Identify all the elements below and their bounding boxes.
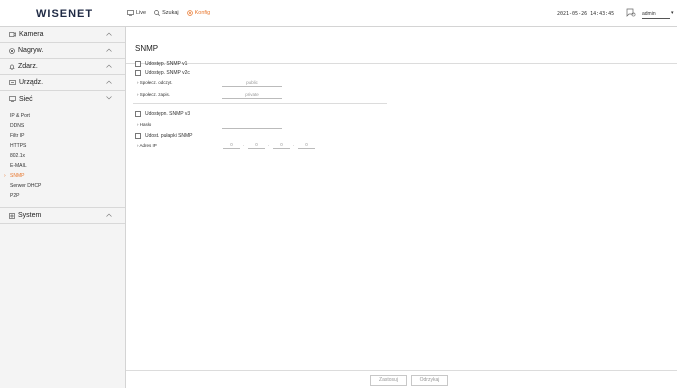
ip-octet-1-input[interactable]: 0 [223, 141, 240, 149]
chevron-up-icon [106, 213, 112, 217]
gear-icon [186, 10, 193, 16]
snmp-v1-row: Udostęp. SNMP v1 [135, 61, 187, 67]
sidebar-item-snmp[interactable]: › SNMP [0, 171, 125, 181]
device-icon [9, 80, 16, 85]
camera-icon [9, 32, 16, 37]
sidebar-item-p2p[interactable]: P2P [0, 191, 125, 201]
sidebar-item-record[interactable]: Nagryw. [0, 43, 125, 59]
write-community-row: › Społecz. zapis. [137, 92, 170, 97]
app-logo: WISENET [36, 8, 94, 20]
sidebar-item-email[interactable]: E-MAIL [0, 161, 125, 171]
bell-icon [9, 64, 15, 70]
sidebar: Kamera Nagryw. Zdarz. Urządz. Sieć IP & … [0, 27, 126, 388]
read-community-label: › Społecz. odczyt. [137, 80, 173, 85]
snmp-v3-checkbox[interactable] [135, 111, 141, 117]
chevron-right-icon: › [4, 173, 6, 179]
nav-search-label: Szukaj [162, 10, 179, 16]
ip-separator: . [243, 142, 245, 148]
network-submenu: IP & Port DDNS Filtr IP HTTPS 802.1x E-M… [0, 107, 125, 208]
snmp-v2c-label: Udostęp. SNMP v2c [145, 70, 190, 76]
ip-separator: . [293, 142, 295, 148]
chevron-down-icon[interactable]: ▾ [671, 10, 674, 16]
snmp-v3-label: Udostępn. SNMP v3 [145, 111, 191, 117]
sidebar-item-8021x[interactable]: 802.1x [0, 151, 125, 161]
password-input[interactable] [222, 121, 282, 129]
sidebar-item-system[interactable]: System [0, 208, 125, 224]
write-community-text: Społecz. zapis. [139, 92, 171, 97]
sidebar-item-label: Urządz. [19, 79, 44, 86]
sidebar-item-device[interactable]: Urządz. [0, 75, 125, 91]
monitor-icon [9, 96, 16, 102]
sidebar-item-network[interactable]: Sieć [0, 91, 125, 107]
ip-octet-3-input[interactable]: 0 [273, 141, 290, 149]
user-menu[interactable]: admin [642, 11, 670, 19]
page-title: SNMP [135, 44, 159, 53]
chevron-up-icon [106, 64, 112, 68]
read-community-text: Społecz. odczyt. [139, 80, 173, 85]
write-community-input[interactable]: private [222, 91, 282, 99]
cancel-button[interactable]: Odrzykaj [411, 375, 448, 386]
main-panel: SNMP Udostęp. SNMP v1 Udostęp. SNMP v2c … [126, 27, 677, 388]
write-community-label: › Społecz. zapis. [137, 92, 171, 97]
ip-octet-4-input[interactable]: 0 [298, 141, 315, 149]
sidebar-item-label: SNMP [10, 173, 25, 179]
chevron-up-icon [106, 32, 112, 36]
top-bar: WISENET Live Szukaj Konfig 2021-05-26 14… [0, 0, 677, 27]
read-community-row: › Społecz. odczyt. [137, 80, 173, 85]
system-icon [9, 212, 15, 219]
nav-config[interactable]: Konfig [186, 10, 211, 16]
read-community-input[interactable]: public [222, 79, 282, 87]
ip-address-text: Adres IP [139, 143, 157, 148]
ip-separator: . [268, 142, 270, 148]
apply-button[interactable]: Zastosuj [370, 375, 407, 386]
sidebar-item-label: Zdarz. [18, 63, 38, 70]
section-divider [133, 103, 387, 104]
sidebar-item-https[interactable]: HTTPS [0, 141, 125, 151]
sidebar-item-dhcp-server[interactable]: Serwer DHCP [0, 181, 125, 191]
datetime: 2021-05-26 14:43:45 [557, 11, 615, 17]
nav-live-label: Live [136, 10, 147, 16]
notification-area[interactable] [626, 8, 636, 17]
top-nav: Live Szukaj Konfig [127, 10, 218, 16]
snmp-v2c-row: Udostęp. SNMP v2c [135, 70, 190, 76]
sidebar-item-label: System [18, 212, 42, 219]
monitor-icon [127, 10, 134, 16]
footer-divider [126, 370, 677, 371]
sidebar-item-label: Nagryw. [18, 47, 44, 54]
snmp-v3-row: Udostępn. SNMP v3 [135, 111, 190, 117]
chevron-down-icon [106, 96, 112, 100]
sidebar-item-ddns[interactable]: DDNS [0, 121, 125, 131]
search-icon [154, 10, 161, 16]
sidebar-item-event[interactable]: Zdarz. [0, 59, 125, 75]
sidebar-item-label: Sieć [19, 95, 33, 103]
password-row: › Hasło [137, 122, 151, 127]
nav-live[interactable]: Live [127, 10, 146, 16]
sidebar-item-ip-filter[interactable]: Filtr IP [0, 131, 125, 141]
message-icon[interactable] [626, 8, 636, 17]
sidebar-item-label: Kamera [19, 31, 44, 38]
snmp-trap-checkbox[interactable] [135, 133, 141, 139]
chevron-up-icon [106, 80, 112, 84]
ip-address-row: › Adres IP [137, 143, 157, 148]
title-divider [126, 63, 677, 64]
ip-octet-2-input[interactable]: 0 [248, 141, 265, 149]
record-icon [9, 47, 15, 54]
password-text: Hasło [139, 122, 152, 127]
chevron-up-icon [106, 48, 112, 52]
sidebar-item-ip-port[interactable]: IP & Port [0, 111, 125, 121]
nav-config-label: Konfig [194, 10, 211, 16]
sidebar-item-camera[interactable]: Kamera [0, 27, 125, 43]
snmp-v1-label: Udostęp. SNMP v1 [145, 61, 188, 67]
ip-address-label: › Adres IP [137, 143, 157, 148]
snmp-v1-checkbox[interactable] [135, 61, 141, 67]
password-label: › Hasło [137, 122, 152, 127]
snmp-v2c-checkbox[interactable] [135, 70, 141, 76]
nav-search[interactable]: Szukaj [154, 10, 179, 16]
snmp-trap-label: Udost. pułapki SNMP [145, 133, 193, 139]
snmp-trap-row: Udost. pułapki SNMP [135, 133, 193, 139]
